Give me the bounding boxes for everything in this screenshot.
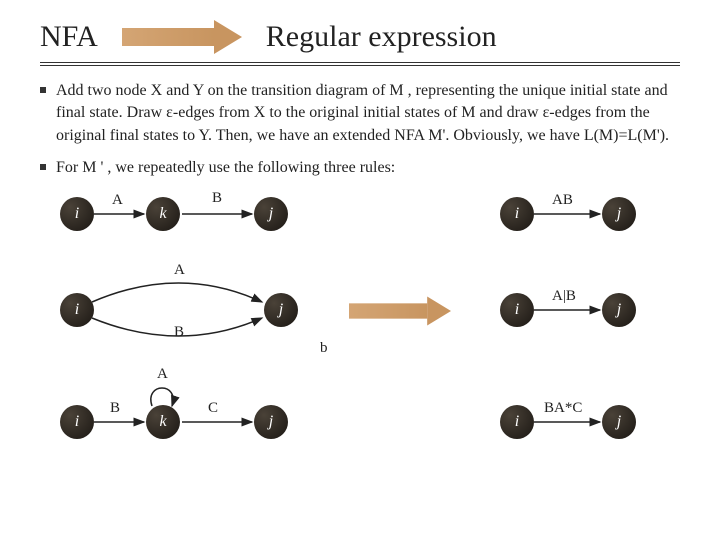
bullet-1-text: Add two node X and Y on the transition d… xyxy=(56,80,680,147)
header-regex: Regular expression xyxy=(266,20,497,54)
header-arrow-icon xyxy=(122,24,242,50)
node-r3-out-i: i xyxy=(500,405,534,439)
label-r2-AorB: A|B xyxy=(552,288,576,305)
label-r1-AB: AB xyxy=(552,192,573,209)
label-r3-C: C xyxy=(208,400,218,417)
header-nfa: NFA xyxy=(40,20,98,54)
node-r3-k: k xyxy=(146,405,180,439)
bullet-2-text: For M ' , we repeatedly use the followin… xyxy=(56,157,395,179)
bullet-marker-icon xyxy=(40,164,46,170)
label-r3-A: A xyxy=(157,366,168,383)
label-r2-B: B xyxy=(174,324,184,341)
node-r2-j: j xyxy=(264,293,298,327)
label-r2-extra-b: b xyxy=(320,340,328,357)
node-r3-i: i xyxy=(60,405,94,439)
node-r1-k: k xyxy=(146,197,180,231)
diagram-area: i A k B j i AB j i A B j b i A|B j i B k… xyxy=(40,190,680,470)
label-r1-B: B xyxy=(212,190,222,207)
node-r2-out-i: i xyxy=(500,293,534,327)
label-r2-A: A xyxy=(174,262,185,279)
label-r3-B: B xyxy=(110,400,120,417)
node-r2-out-j: j xyxy=(602,293,636,327)
diagram-arrows xyxy=(40,190,680,470)
transform-arrow-icon xyxy=(349,300,451,322)
node-r1-out-j: j xyxy=(602,197,636,231)
bullet-2: For M ' , we repeatedly use the followin… xyxy=(40,157,680,179)
node-r1-i: i xyxy=(60,197,94,231)
slide: NFA Regular expression Add two node X an… xyxy=(0,0,720,540)
header: NFA Regular expression xyxy=(40,20,680,66)
bullet-1: Add two node X and Y on the transition d… xyxy=(40,80,680,147)
node-r2-i: i xyxy=(60,293,94,327)
node-r3-out-j: j xyxy=(602,405,636,439)
label-r3-BAstarC: BA*C xyxy=(544,400,582,417)
node-r1-j: j xyxy=(254,197,288,231)
label-r1-A: A xyxy=(112,192,123,209)
node-r3-j: j xyxy=(254,405,288,439)
bullet-marker-icon xyxy=(40,87,46,93)
node-r1-out-i: i xyxy=(500,197,534,231)
